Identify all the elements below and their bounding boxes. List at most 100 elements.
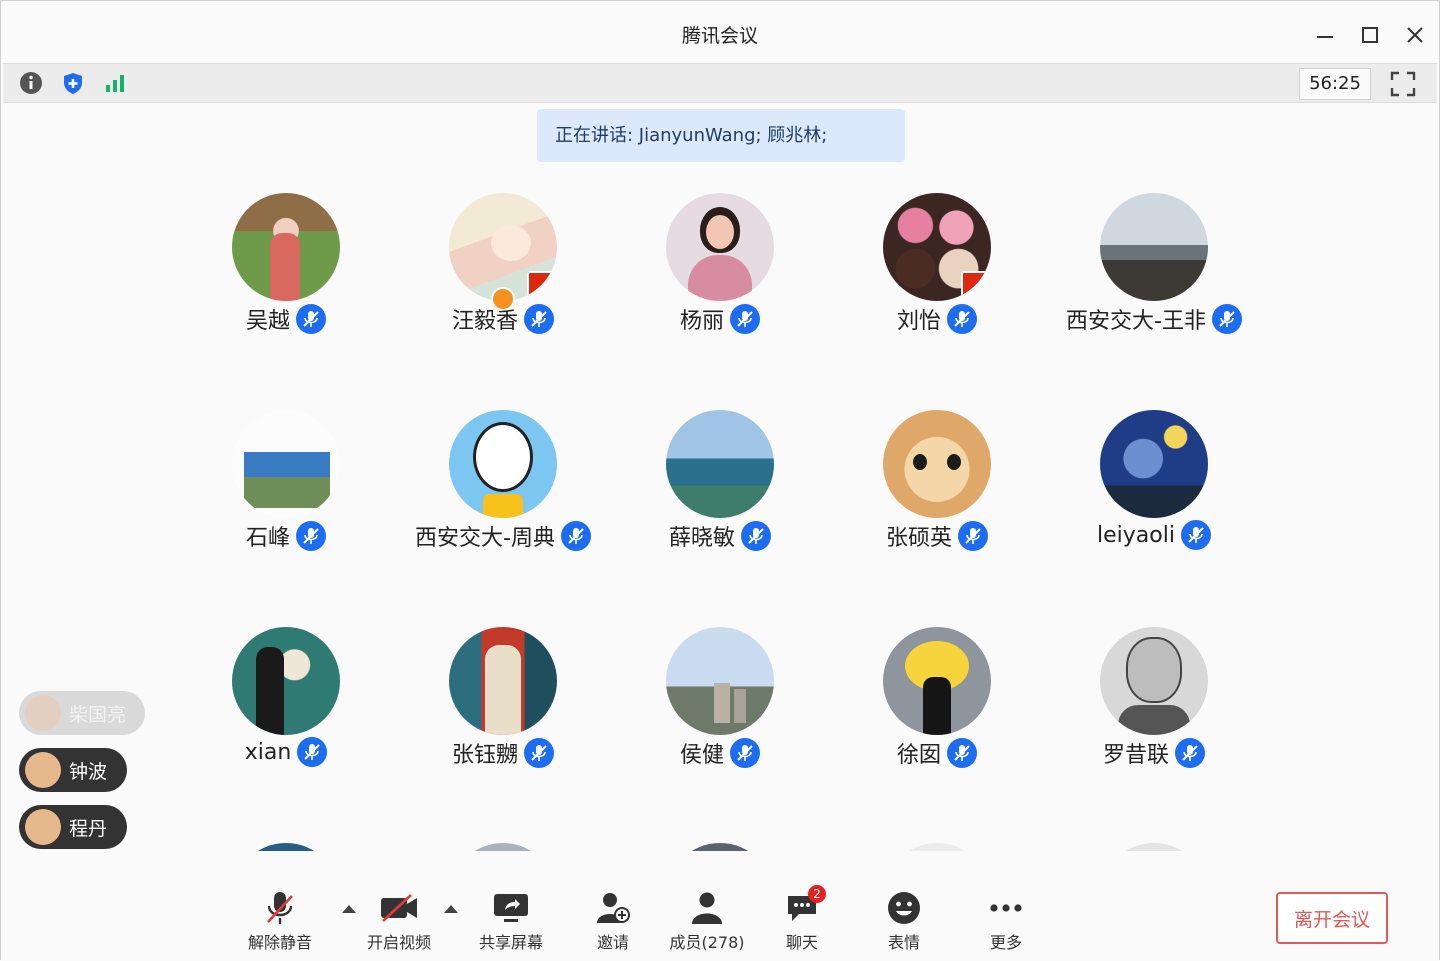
participant-tile[interactable]: xian — [166, 627, 406, 787]
close-button[interactable] — [1401, 21, 1429, 49]
avatar — [1100, 627, 1208, 735]
avatar — [666, 193, 774, 301]
participant-tile[interactable]: 石峰 — [166, 410, 406, 570]
close-icon — [1407, 27, 1423, 43]
country-flag-icon — [527, 271, 553, 297]
raised-hand-name: 柴国亮 — [69, 703, 127, 726]
participant-tile[interactable]: 徐囡 — [817, 627, 1057, 787]
avatar — [449, 627, 557, 735]
participant-tile[interactable]: 汪毅香 — [383, 193, 623, 353]
more-dots-icon — [986, 889, 1026, 927]
muted-microphone-icon — [260, 889, 300, 927]
country-flag-icon — [961, 271, 987, 297]
maximize-button[interactable] — [1356, 21, 1384, 49]
avatar — [232, 627, 340, 735]
raised-hand-icon — [25, 695, 61, 731]
participant-tile[interactable]: 张硕英 — [817, 410, 1057, 570]
participant-tile[interactable]: 西安交大-王非 — [1034, 193, 1274, 353]
reactions-button[interactable]: 表情 — [849, 889, 959, 953]
participant-name: leiyaoli — [1097, 522, 1175, 548]
meeting-info-button[interactable] — [17, 69, 45, 97]
participant-name: 罗昔联 — [1102, 743, 1169, 768]
start-video-button[interactable]: 开启视频 — [344, 889, 454, 953]
muted-mic-icon — [560, 521, 591, 551]
muted-mic-icon — [741, 521, 771, 551]
participant-tile[interactable]: 刘怡 — [817, 193, 1057, 353]
start-video-label: 开启视频 — [366, 933, 431, 952]
participant-tile[interactable]: 杨丽 — [600, 193, 840, 353]
unread-badge: 2 — [808, 885, 826, 903]
invite-label: 邀请 — [596, 933, 629, 952]
muted-mic-icon — [296, 304, 326, 334]
avatar — [449, 193, 557, 301]
raised-hand-item[interactable]: 柴国亮 — [19, 691, 145, 735]
avatar — [449, 410, 557, 518]
fullscreen-icon — [1390, 71, 1416, 97]
participant-tile[interactable]: 吴越 — [166, 193, 406, 353]
fullscreen-button[interactable] — [1389, 70, 1417, 98]
avatar — [666, 410, 774, 518]
participant-tile[interactable]: 西安交大-周典 — [383, 410, 623, 570]
participant-name: 张钰嬲 — [451, 743, 518, 768]
network-status-button[interactable] — [101, 69, 129, 97]
participant-name: 杨丽 — [679, 309, 724, 334]
video-off-icon — [379, 889, 419, 927]
participant-name: 张硕英 — [885, 526, 952, 551]
window-title: 腾讯会议 — [681, 25, 758, 47]
raised-hand-item[interactable]: 钟波 — [19, 748, 127, 792]
participant-tile[interactable]: 薛晓敏 — [600, 410, 840, 570]
title-bar: 腾讯会议 — [1, 1, 1439, 63]
add-user-icon — [593, 889, 633, 927]
share-screen-button[interactable]: 共享屏幕 — [456, 889, 566, 953]
meeting-toolbar: 56:25 — [3, 63, 1437, 103]
share-screen-icon — [491, 889, 531, 927]
avatar — [1100, 193, 1208, 301]
participant-name: 石峰 — [245, 526, 290, 551]
members-button[interactable]: 成员(278) — [652, 889, 762, 953]
muted-mic-icon — [730, 738, 760, 768]
chat-label: 聊天 — [785, 933, 818, 952]
security-button[interactable] — [59, 69, 87, 97]
muted-mic-icon — [296, 521, 326, 551]
muted-mic-icon — [297, 737, 328, 767]
muted-mic-icon — [1180, 520, 1211, 550]
avatar — [883, 627, 991, 735]
minimize-button[interactable] — [1311, 21, 1339, 49]
participant-name: 西安交大-王非 — [1066, 309, 1206, 334]
signal-icon — [106, 75, 124, 92]
raised-hand-icon — [25, 752, 61, 788]
more-label: 更多 — [989, 933, 1022, 952]
members-icon — [687, 889, 727, 927]
avatar — [232, 193, 340, 301]
leave-meeting-button[interactable]: 离开会议 — [1276, 892, 1388, 944]
avatar — [883, 410, 991, 518]
muted-mic-icon — [730, 304, 760, 334]
avatar — [883, 193, 991, 301]
chat-icon: 2 — [782, 885, 826, 927]
participant-tile[interactable]: 侯健 — [600, 627, 840, 787]
participant-tile[interactable]: leiyaoli — [1034, 410, 1274, 570]
muted-mic-icon — [1211, 304, 1242, 334]
participant-name: 汪毅香 — [451, 309, 518, 334]
muted-mic-icon — [524, 738, 554, 768]
control-bar: 解除静音 开启视频 共享屏幕 邀请 成员(278) 2 聊天 表情 更多 — [1, 851, 1439, 961]
minimize-icon — [1317, 36, 1333, 38]
shield-icon — [64, 73, 82, 94]
meeting-window: 腾讯会议 56:25 正在讲话: JianyunWang; 顾兆林; 吴越 汪毅… — [0, 0, 1440, 961]
participant-name: 徐囡 — [896, 743, 941, 768]
participant-name: 侯健 — [679, 743, 724, 768]
raised-hand-icon — [25, 809, 61, 845]
muted-mic-icon — [958, 521, 988, 551]
more-button[interactable]: 更多 — [951, 889, 1061, 953]
unmute-button[interactable]: 解除静音 — [225, 889, 335, 953]
participant-tile[interactable]: 罗昔联 — [1034, 627, 1274, 787]
muted-mic-icon — [947, 738, 977, 768]
chat-button[interactable]: 2 聊天 — [747, 885, 857, 953]
participant-tile[interactable]: 张钰嬲 — [383, 627, 623, 787]
raised-hand-name: 程丹 — [69, 817, 108, 840]
meeting-timer: 56:25 — [1299, 68, 1371, 100]
avatar — [666, 627, 774, 735]
participant-name: 刘怡 — [896, 309, 941, 334]
active-speaker-banner: 正在讲话: JianyunWang; 顾兆林; — [537, 109, 905, 162]
raised-hand-item[interactable]: 程丹 — [19, 805, 127, 849]
